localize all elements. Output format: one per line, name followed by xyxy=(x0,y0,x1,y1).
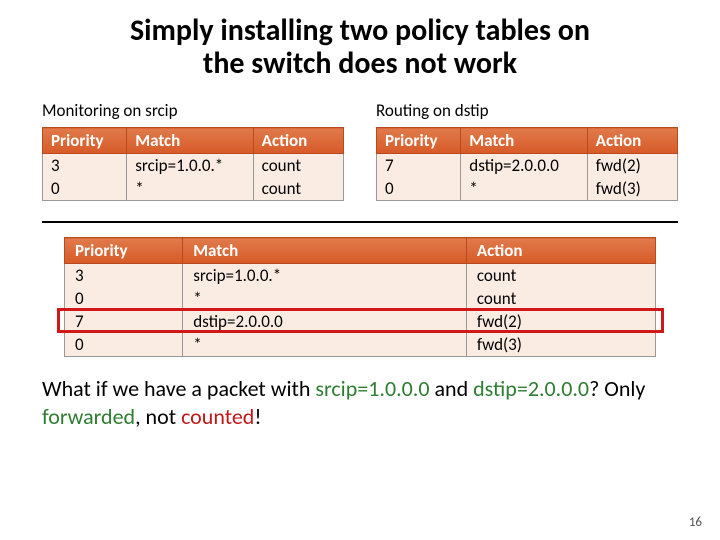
cell-action: fwd(2) xyxy=(466,310,655,333)
cell-action: count xyxy=(466,264,655,288)
table-header-row: Priority Match Action xyxy=(377,128,678,154)
q-forwarded: forwarded xyxy=(42,403,135,430)
cell-action: fwd(3) xyxy=(466,333,655,357)
cell-action: fwd(2) xyxy=(587,154,677,178)
cell-priority: 0 xyxy=(65,287,183,310)
cell-priority: 7 xyxy=(377,154,461,178)
th-match: Match xyxy=(461,128,587,154)
cell-action: count xyxy=(466,287,655,310)
table-row: 7 dstip=2.0.0.0 fwd(2) xyxy=(377,154,678,178)
th-priority: Priority xyxy=(43,128,127,154)
cell-match: * xyxy=(183,333,467,357)
table-row: 3 srcip=1.0.0.* count xyxy=(43,154,344,178)
q-counted: counted xyxy=(181,403,254,430)
q-mid2: ? Only xyxy=(589,375,645,402)
q-pre: What if we have a packet with xyxy=(42,375,315,402)
q-dstip: dstip=2.0.0.0 xyxy=(473,375,589,402)
th-action: Action xyxy=(466,238,655,264)
table-header-row: Priority Match Action xyxy=(43,128,344,154)
table-row: 3 srcip=1.0.0.* count xyxy=(65,264,656,288)
left-table-caption: Monitoring on srcip xyxy=(42,100,344,121)
table-row: 7 dstip=2.0.0.0 fwd(2) xyxy=(65,310,656,333)
title-line-1: Simply installing two policy tables on xyxy=(130,12,590,49)
q-srcip: srcip=1.0.0.0 xyxy=(315,375,429,402)
left-table: Priority Match Action 3 srcip=1.0.0.* co… xyxy=(42,127,344,201)
cell-match: dstip=2.0.0.0 xyxy=(183,310,467,333)
cell-match: srcip=1.0.0.* xyxy=(183,264,467,288)
cell-action: count xyxy=(253,177,343,201)
right-col: Routing on dstip Priority Match Action 7… xyxy=(376,100,678,201)
slide-title: Simply installing two policy tables on t… xyxy=(0,0,720,88)
th-action: Action xyxy=(253,128,343,154)
th-match: Match xyxy=(127,128,253,154)
table-row: 0 * fwd(3) xyxy=(377,177,678,201)
th-match: Match xyxy=(183,238,467,264)
cell-match: * xyxy=(183,287,467,310)
question-text: What if we have a packet with srcip=1.0.… xyxy=(0,357,720,430)
page-number: 16 xyxy=(689,515,702,530)
q-post: ! xyxy=(254,403,261,430)
th-action: Action xyxy=(587,128,677,154)
cell-priority: 3 xyxy=(65,264,183,288)
right-table-caption: Routing on dstip xyxy=(376,100,678,121)
table-row: 0 * fwd(3) xyxy=(65,333,656,357)
cell-priority: 0 xyxy=(43,177,127,201)
cell-match: * xyxy=(127,177,253,201)
combined-table-wrap: Priority Match Action 3 srcip=1.0.0.* co… xyxy=(0,237,720,357)
cell-priority: 0 xyxy=(377,177,461,201)
cell-match: dstip=2.0.0.0 xyxy=(461,154,587,178)
cell-match: srcip=1.0.0.* xyxy=(127,154,253,178)
q-mid1: and xyxy=(430,375,474,402)
th-priority: Priority xyxy=(65,238,183,264)
right-table: Priority Match Action 7 dstip=2.0.0.0 fw… xyxy=(376,127,678,201)
divider xyxy=(42,221,678,223)
title-line-2: the switch does not work xyxy=(203,45,517,82)
table-header-row: Priority Match Action xyxy=(65,238,656,264)
table-row: 0 * count xyxy=(43,177,344,201)
top-tables-row: Monitoring on srcip Priority Match Actio… xyxy=(0,88,720,201)
cell-action: fwd(3) xyxy=(587,177,677,201)
cell-priority: 3 xyxy=(43,154,127,178)
left-col: Monitoring on srcip Priority Match Actio… xyxy=(42,100,344,201)
cell-priority: 0 xyxy=(65,333,183,357)
cell-action: count xyxy=(253,154,343,178)
cell-match: * xyxy=(461,177,587,201)
table-row: 0 * count xyxy=(65,287,656,310)
combined-table: Priority Match Action 3 srcip=1.0.0.* co… xyxy=(64,237,656,357)
cell-priority: 7 xyxy=(65,310,183,333)
th-priority: Priority xyxy=(377,128,461,154)
q-mid3: , not xyxy=(135,403,181,430)
